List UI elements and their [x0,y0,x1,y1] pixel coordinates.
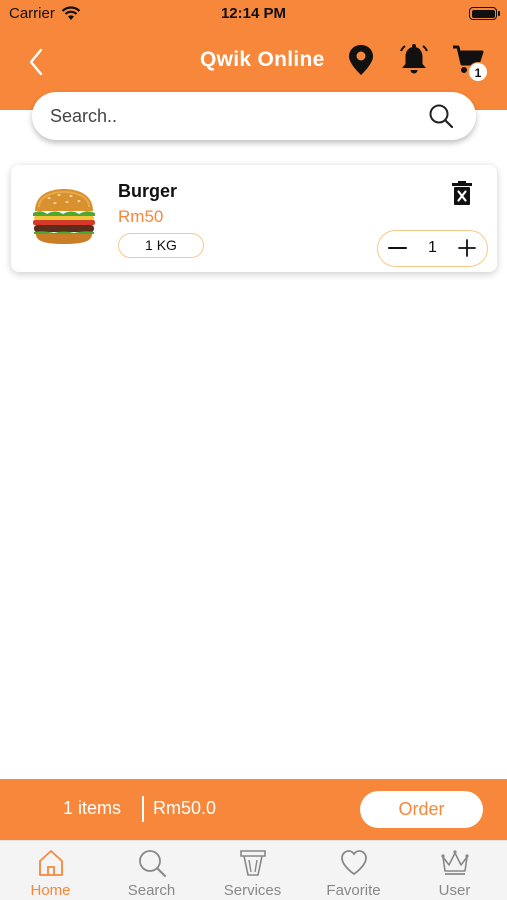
heart-icon [340,850,367,876]
order-summary-bar: 1 items Rm50.0 Order [0,779,507,840]
status-bar: Carrier 12:14 PM [0,0,507,28]
order-button[interactable]: Order [360,791,483,828]
delete-item-icon[interactable] [451,179,473,207]
search-icon [138,850,166,877]
bottom-tab-bar: Home Search Services Favorite User [0,840,507,900]
cart-button[interactable]: 1 [451,42,488,82]
tab-services-label: Services [223,882,282,899]
home-icon [38,850,63,876]
tab-favorite-label: Favorite [326,882,381,899]
services-icon [239,850,266,876]
tab-search[interactable]: Search [101,841,202,900]
product-unit-badge: 1 KG [118,233,204,258]
page-title: Qwik Online [200,48,325,71]
product-price: Rm50 [118,207,164,226]
order-total: Rm50.0 [153,798,217,818]
battery-icon [469,7,500,20]
quantity-value: 1 [428,239,437,256]
tab-search-label: Search [127,882,176,899]
tab-user[interactable]: User [404,841,505,900]
items-count: 1 items [63,798,122,818]
crown-icon [440,850,469,875]
quantity-stepper: 1 [377,230,488,267]
cart-item-card: Burger Rm50 1 KG 1 [11,165,497,272]
tab-home[interactable]: Home [0,841,101,900]
decrease-quantity-button[interactable] [380,231,416,265]
tab-services[interactable]: Services [202,841,303,900]
cart-count-badge: 1 [468,62,488,82]
product-name: Burger [118,181,178,201]
location-pin-icon[interactable] [344,42,378,78]
back-button[interactable] [22,44,52,80]
tab-favorite[interactable]: Favorite [303,841,404,900]
status-time: 12:14 PM [220,5,287,22]
burger-image [33,189,95,244]
increase-quantity-button[interactable] [449,231,485,265]
tab-home-label: Home [30,882,71,899]
search-bar [32,92,476,140]
summary-divider [142,796,144,822]
tab-user-label: User [438,882,471,899]
search-input[interactable] [50,92,420,140]
search-icon[interactable] [428,103,454,129]
notification-bell-icon[interactable] [397,42,431,78]
